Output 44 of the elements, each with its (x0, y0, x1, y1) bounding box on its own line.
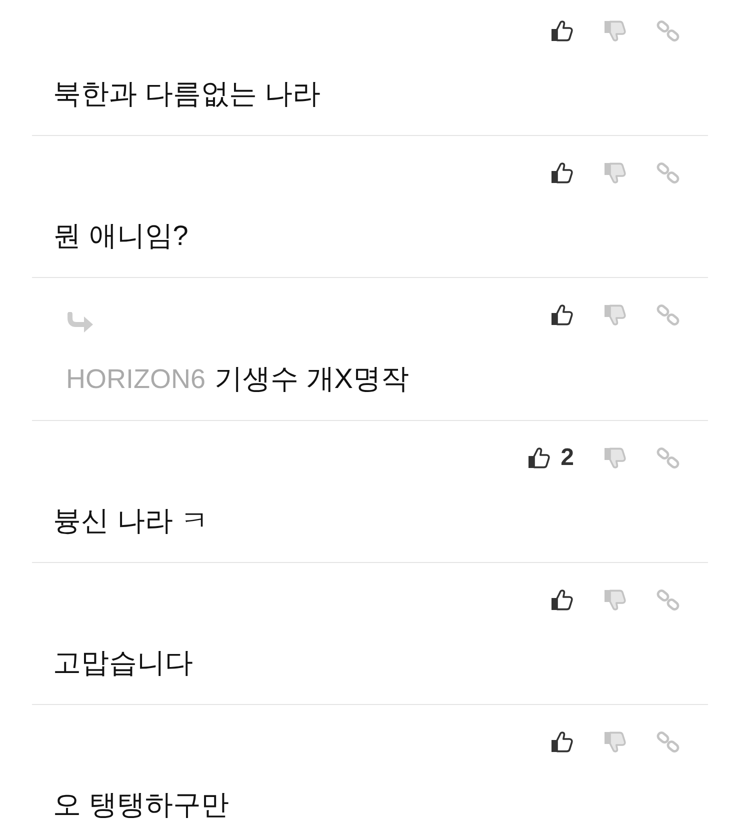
thumbs-up-icon (550, 588, 574, 612)
thumbs-down-icon (603, 303, 627, 327)
like-button[interactable] (550, 730, 574, 754)
comment-text: 기생수 개X명작 (214, 362, 409, 396)
link-icon (656, 588, 680, 612)
thumbs-down-icon (603, 588, 627, 612)
like-button[interactable] (550, 161, 574, 185)
like-button[interactable] (550, 588, 574, 612)
thumbs-up-icon (550, 303, 574, 327)
thumbs-up-icon (550, 19, 574, 43)
link-icon (656, 19, 680, 43)
comment-text: 븅신 나라 ㅋ (53, 504, 209, 538)
thumbs-up-icon (550, 161, 574, 185)
reply-arrow-icon (66, 312, 94, 334)
link-button[interactable] (656, 161, 680, 185)
dislike-button[interactable] (603, 161, 627, 185)
like-button[interactable] (550, 19, 574, 43)
comment-text: 뭔 애니임? (53, 219, 188, 253)
thumbs-up-icon (550, 730, 574, 754)
link-icon (656, 730, 680, 754)
link-icon (656, 446, 680, 470)
link-button[interactable] (656, 19, 680, 43)
thumbs-up-icon (526, 446, 551, 470)
comment-text: 북한과 다름없는 나라 (53, 77, 321, 111)
link-icon (656, 303, 680, 327)
link-button[interactable] (656, 730, 680, 754)
dislike-button[interactable] (603, 303, 627, 327)
link-icon (656, 161, 680, 185)
thumbs-down-icon (603, 19, 627, 43)
comment-text: 고맙습니다 (53, 646, 193, 680)
comment-text: 오 탱탱하구만 (53, 788, 229, 822)
like-button[interactable]: 2 (526, 446, 574, 470)
dislike-button[interactable] (603, 19, 627, 43)
dislike-button[interactable] (603, 446, 627, 470)
thumbs-down-icon (603, 446, 627, 470)
like-button[interactable] (550, 303, 574, 327)
link-button[interactable] (656, 303, 680, 327)
thumbs-down-icon (603, 161, 627, 185)
dislike-button[interactable] (603, 588, 627, 612)
like-count: 2 (560, 446, 574, 470)
link-button[interactable] (656, 588, 680, 612)
link-button[interactable] (656, 446, 680, 470)
dislike-button[interactable] (603, 730, 627, 754)
thumbs-down-icon (603, 730, 627, 754)
